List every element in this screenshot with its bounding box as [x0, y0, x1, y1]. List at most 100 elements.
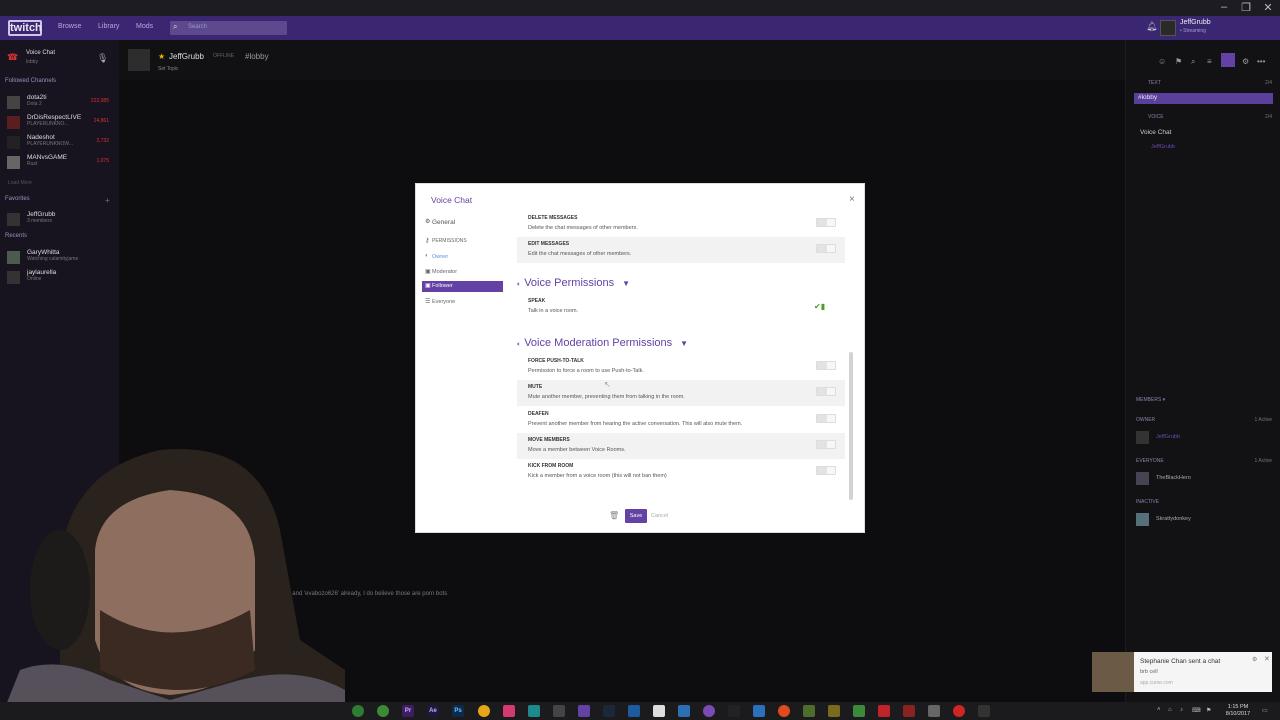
recent-item[interactable]: jaylaurella Online: [7, 269, 115, 285]
voice-permissions-section[interactable]: 🔈︎ Voice Permissions ▼: [517, 277, 630, 289]
recent-item[interactable]: GaryWhitta Watching calamityjame: [7, 249, 115, 265]
app-icon[interactable]: [553, 705, 565, 717]
voice-member[interactable]: JeffGrubb: [1151, 144, 1175, 150]
mail-icon[interactable]: [928, 705, 940, 717]
permission-toggle[interactable]: [816, 361, 836, 370]
minimize-button[interactable]: –: [1214, 1, 1234, 13]
nav-general[interactable]: ⚙ General: [422, 217, 503, 228]
close-icon[interactable]: ×: [849, 194, 855, 205]
more-icon[interactable]: •••: [1257, 57, 1265, 66]
app-icon[interactable]: [903, 705, 915, 717]
owner-member[interactable]: JeffGrubb: [1156, 434, 1180, 440]
nav-everyone[interactable]: ☰ Everyone: [422, 297, 503, 308]
chrome-icon[interactable]: [352, 705, 364, 717]
trash-icon[interactable]: 🗑︎: [609, 511, 619, 520]
steam-icon[interactable]: [603, 705, 615, 717]
volume-icon[interactable]: ♪: [1180, 707, 1183, 713]
app-icon[interactable]: [528, 705, 540, 717]
everyone-member[interactable]: TheBlackHero: [1156, 475, 1191, 481]
network-icon[interactable]: ⌂: [1168, 707, 1172, 713]
premiere-icon[interactable]: Pr: [402, 705, 414, 717]
app-icon[interactable]: [653, 705, 665, 717]
favorite-item[interactable]: JeffGrubb 3 members: [7, 211, 115, 227]
text-count: 2/4: [1265, 80, 1272, 86]
channel-list-toggle[interactable]: [1221, 53, 1235, 67]
app-icon[interactable]: [778, 705, 790, 717]
app-icon[interactable]: [803, 705, 815, 717]
nav-owner[interactable]: ◐ Owner: [422, 252, 503, 263]
cancel-button[interactable]: Cancel: [651, 513, 668, 519]
voice-connection-card[interactable]: ☎ Voice Chat lobby 🎙︎: [0, 48, 119, 70]
set-topic-link[interactable]: Set Topic: [158, 66, 178, 72]
chevron-up-icon[interactable]: ˄: [1157, 707, 1161, 713]
permission-toggle[interactable]: [816, 440, 836, 449]
app-icon[interactable]: [828, 705, 840, 717]
permission-toggle[interactable]: [816, 387, 836, 396]
chrome-canary-icon[interactable]: [377, 705, 389, 717]
voice-moderation-section[interactable]: 🔈︎ Voice Moderation Permissions ▼: [517, 337, 688, 349]
save-button[interactable]: Save: [625, 509, 647, 523]
app-icon[interactable]: [853, 705, 865, 717]
clock[interactable]: 1:15 PM 8/10/2017: [1223, 704, 1253, 718]
search-input[interactable]: ⌕ Search: [170, 21, 287, 35]
gear-icon[interactable]: ⚙: [1252, 656, 1257, 663]
avatar[interactable]: [1160, 20, 1176, 36]
load-more-link[interactable]: Load More: [8, 180, 32, 186]
lobby-channel[interactable]: #lobby: [1134, 93, 1273, 104]
party-icon[interactable]: ⚑: [1175, 57, 1182, 66]
app-icon[interactable]: [953, 705, 965, 717]
permission-title: FORCE PUSH-TO-TALK: [528, 358, 584, 364]
app-icon[interactable]: [503, 705, 515, 717]
close-window-button[interactable]: ✕: [1258, 1, 1278, 14]
nav-moderator[interactable]: ▣ Moderator: [422, 267, 503, 278]
keyboard-icon[interactable]: ⌨: [1192, 707, 1201, 714]
star-icon[interactable]: ★: [158, 52, 165, 61]
twitch-app-icon[interactable]: [578, 705, 590, 717]
nav-mods[interactable]: Mods: [136, 23, 153, 30]
layers-icon[interactable]: ≡: [1207, 57, 1212, 66]
after-effects-icon[interactable]: Ae: [427, 705, 439, 717]
app-icon[interactable]: [478, 705, 490, 717]
inactive-member[interactable]: Skrattydonkey: [1156, 516, 1191, 522]
disconnect-icon[interactable]: ☎: [7, 52, 18, 63]
maximize-button[interactable]: ❐: [1236, 1, 1256, 14]
inherited-allow-icon[interactable]: ✔▮: [814, 302, 825, 311]
add-favorite-icon[interactable]: +: [105, 196, 110, 205]
members-header[interactable]: MEMBERS ▾: [1136, 397, 1165, 403]
followed-item[interactable]: Nadeshot PLAYERUNKNOW... 2,732: [7, 134, 115, 150]
gear-icon[interactable]: ⚙: [1242, 57, 1249, 66]
user-icon[interactable]: ☺: [1158, 57, 1166, 66]
channel-name[interactable]: JeffGrubb: [169, 52, 204, 61]
app-icon[interactable]: [628, 705, 640, 717]
app-icon[interactable]: [753, 705, 765, 717]
followed-item[interactable]: MANvsGAME Rust 1,075: [7, 154, 115, 170]
nav-browse[interactable]: Browse: [58, 23, 81, 30]
search-icon[interactable]: ⌕: [1191, 57, 1195, 67]
nav-library[interactable]: Library: [98, 23, 119, 30]
epic-icon[interactable]: [728, 705, 740, 717]
permission-toggle[interactable]: [816, 244, 836, 253]
app-icon[interactable]: [703, 705, 715, 717]
microphone-icon[interactable]: 🎙︎: [97, 53, 108, 64]
app-icon[interactable]: [878, 705, 890, 717]
followed-item[interactable]: DrDisRespectLIVE PLAYERUNKNO... 24,861: [7, 114, 115, 130]
permission-toggle[interactable]: [816, 466, 836, 475]
nav-follower[interactable]: ▣ Follower: [422, 281, 503, 292]
user-name[interactable]: JeffGrubb: [1180, 19, 1211, 26]
flag-icon[interactable]: ⚑: [1206, 707, 1211, 714]
app-icon[interactable]: [978, 705, 990, 717]
notifications-icon[interactable]: ▭: [1262, 707, 1268, 714]
bell-icon[interactable]: 🔔︎: [1146, 21, 1157, 32]
permission-toggle[interactable]: [816, 414, 836, 423]
scrollbar[interactable]: [849, 352, 853, 500]
followed-item[interactable]: dota2ti Dota 2 222,085: [7, 94, 115, 110]
close-icon[interactable]: ✕: [1264, 655, 1270, 663]
twitch-logo[interactable]: twitch: [8, 20, 42, 36]
photoshop-icon[interactable]: Ps: [452, 705, 464, 717]
voice-room[interactable]: Voice Chat: [1140, 129, 1171, 136]
key-icon: ⚷: [425, 238, 430, 244]
app-icon[interactable]: [678, 705, 690, 717]
permission-toggle[interactable]: [816, 218, 836, 227]
webcam-overlay: [0, 449, 345, 720]
notification-toast[interactable]: Stephanie Chan sent a chat brb cell app.…: [1092, 652, 1272, 692]
